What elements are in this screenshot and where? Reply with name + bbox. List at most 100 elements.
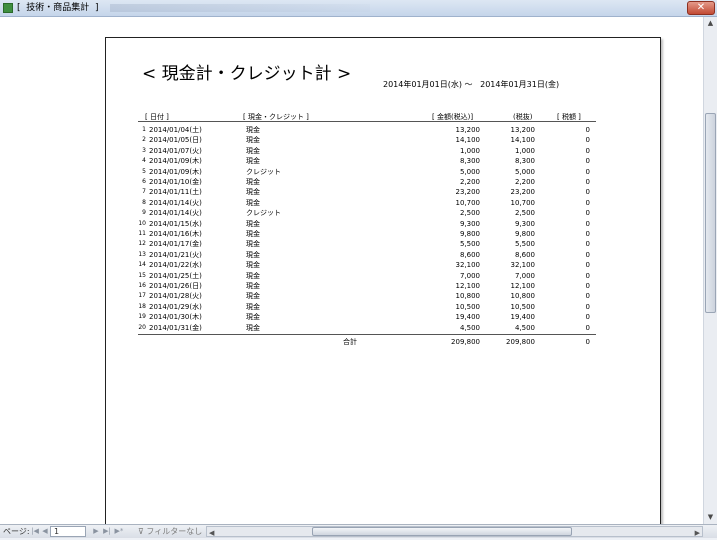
- row-amount-excl: 14,100: [510, 136, 536, 145]
- row-number: 14: [138, 261, 146, 269]
- total-label: 合計: [343, 338, 357, 346]
- row-amount-incl: 2,200: [459, 178, 480, 186]
- row-date: 2014/01/28(火): [149, 292, 202, 301]
- table-row: 8 2014/01/14(火) 現金 10,700 10,700 0: [0, 198, 600, 208]
- previous-page-icon[interactable]: ◀: [40, 525, 50, 538]
- row-payment-type: 現金: [246, 250, 260, 259]
- vertical-scroll-thumb[interactable]: [705, 113, 716, 313]
- row-tax: 0: [585, 126, 590, 134]
- row-number: 11: [138, 230, 146, 237]
- row-tax: 0: [585, 250, 590, 259]
- row-amount-incl: 10,500: [455, 302, 481, 311]
- row-tax: 0: [585, 198, 590, 207]
- row-amount-excl: 9,800: [514, 230, 535, 238]
- row-date: 2014/01/25(土): [149, 271, 202, 280]
- row-date: 2014/01/22(水): [149, 261, 202, 270]
- table-row: 16 2014/01/26(日) 現金 12,100 12,100 0: [0, 281, 600, 291]
- row-date: 2014/01/17(金): [149, 240, 202, 249]
- title-bar-blurred-text: [110, 4, 370, 12]
- row-tax: 0: [585, 188, 590, 197]
- table-row: 1 2014/01/04(土) 現金 13,200 13,200 0: [0, 125, 600, 135]
- table-row: 17 2014/01/28(火) 現金 10,800 10,800 0: [0, 291, 600, 301]
- row-amount-excl: 9,300: [514, 219, 535, 228]
- new-record-icon[interactable]: ▶*: [114, 525, 124, 538]
- row-payment-type: 現金: [246, 198, 260, 207]
- next-page-icon[interactable]: ▶: [91, 525, 101, 538]
- row-date: 2014/01/29(水): [149, 302, 202, 311]
- row-payment-type: 現金: [246, 146, 260, 155]
- row-number: 6: [142, 178, 146, 185]
- horizontal-scroll-thumb[interactable]: [312, 527, 572, 536]
- row-amount-incl: 23,200: [455, 188, 481, 197]
- row-date: 2014/01/11(土): [149, 188, 202, 197]
- row-amount-excl: 12,100: [510, 282, 536, 290]
- row-payment-type: 現金: [246, 230, 260, 238]
- total-amount-incl: 209,800: [451, 338, 480, 346]
- row-payment-type: 現金: [246, 240, 260, 249]
- row-amount-excl: 5,000: [514, 167, 535, 176]
- scroll-right-icon[interactable]: ▶: [695, 527, 700, 540]
- table-row: 20 2014/01/31(金) 現金 4,500 4,500 0: [0, 323, 600, 333]
- row-payment-type: 現金: [246, 126, 260, 134]
- scroll-down-icon[interactable]: ▼: [704, 511, 717, 524]
- row-number: 9: [142, 209, 146, 217]
- row-tax: 0: [585, 302, 590, 311]
- last-page-icon[interactable]: ▶|: [102, 525, 112, 538]
- row-amount-excl: 10,500: [510, 302, 536, 311]
- row-amount-incl: 7,000: [459, 271, 480, 280]
- row-date: 2014/01/04(土): [149, 126, 202, 134]
- row-amount-excl: 8,300: [514, 157, 535, 166]
- row-date: 2014/01/09(木): [149, 167, 202, 176]
- vertical-scrollbar[interactable]: ▲ ▼: [703, 17, 717, 524]
- table-row: 19 2014/01/30(木) 現金 19,400 19,400 0: [0, 312, 600, 322]
- row-payment-type: 現金: [246, 292, 260, 301]
- row-payment-type: 現金: [246, 178, 260, 186]
- row-amount-incl: 5,500: [459, 240, 480, 249]
- row-amount-excl: 2,500: [514, 209, 535, 218]
- table-row: 18 2014/01/29(水) 現金 10,500 10,500 0: [0, 302, 600, 312]
- row-amount-excl: 8,600: [514, 250, 535, 259]
- row-tax: 0: [585, 230, 590, 238]
- page-label: ページ:: [3, 527, 30, 536]
- row-amount-excl: 10,700: [510, 198, 536, 207]
- table-row: 3 2014/01/07(火) 現金 1,000 1,000 0: [0, 146, 600, 156]
- total-amount-excl: 209,800: [506, 338, 535, 346]
- row-tax: 0: [585, 209, 590, 218]
- report-title: < 現金計・クレジット計 >: [142, 64, 352, 84]
- first-page-icon[interactable]: |◀: [30, 525, 40, 538]
- row-number: 20: [138, 323, 146, 331]
- row-tax: 0: [585, 282, 590, 290]
- row-date: 2014/01/14(火): [149, 198, 202, 207]
- table-row: 9 2014/01/14(火) クレジット 2,500 2,500 0: [0, 208, 600, 218]
- row-amount-incl: 9,800: [459, 230, 480, 238]
- row-payment-type: クレジット: [246, 167, 281, 176]
- row-payment-type: 現金: [246, 188, 260, 197]
- table-row: 10 2014/01/15(水) 現金 9,300 9,300 0: [0, 219, 600, 229]
- record-navigation-bar: ページ: |◀ ◀ 1 ▶ ▶| ▶* ⊽ フィルターなし ◀ ▶: [0, 524, 717, 538]
- table-row: 5 2014/01/09(木) クレジット 5,000 5,000 0: [0, 167, 600, 177]
- row-tax: 0: [585, 157, 590, 166]
- scroll-up-icon[interactable]: ▲: [704, 17, 717, 30]
- table-row: 12 2014/01/17(金) 現金 5,500 5,500 0: [0, 239, 600, 249]
- table-row: 2 2014/01/05(日) 現金 14,100 14,100 0: [0, 135, 600, 145]
- row-amount-excl: 5,500: [514, 240, 535, 249]
- row-amount-excl: 10,800: [510, 292, 536, 301]
- row-tax: 0: [585, 178, 590, 186]
- row-payment-type: 現金: [246, 136, 260, 145]
- table-row: 15 2014/01/25(土) 現金 7,000 7,000 0: [0, 271, 600, 281]
- close-button[interactable]: ✕: [687, 1, 715, 15]
- table-row: 11 2014/01/16(木) 現金 9,800 9,800 0: [0, 229, 600, 239]
- scroll-left-icon[interactable]: ◀: [209, 527, 214, 540]
- filter-status[interactable]: ⊽ フィルターなし: [138, 525, 202, 538]
- total-row: 合計 209,800 209,800 0: [0, 337, 600, 347]
- row-payment-type: 現金: [246, 323, 260, 332]
- window-title: [ 技術・商品集計 ]: [17, 3, 99, 13]
- row-date: 2014/01/26(日): [149, 282, 202, 290]
- title-bar: [ 技術・商品集計 ] ✕: [0, 0, 717, 17]
- page-number-input[interactable]: 1: [50, 526, 86, 537]
- row-date: 2014/01/31(金): [149, 323, 202, 332]
- row-number: 1: [142, 126, 146, 133]
- header-divider: [138, 121, 596, 122]
- row-amount-incl: 8,600: [459, 250, 480, 259]
- app-icon: [3, 3, 13, 13]
